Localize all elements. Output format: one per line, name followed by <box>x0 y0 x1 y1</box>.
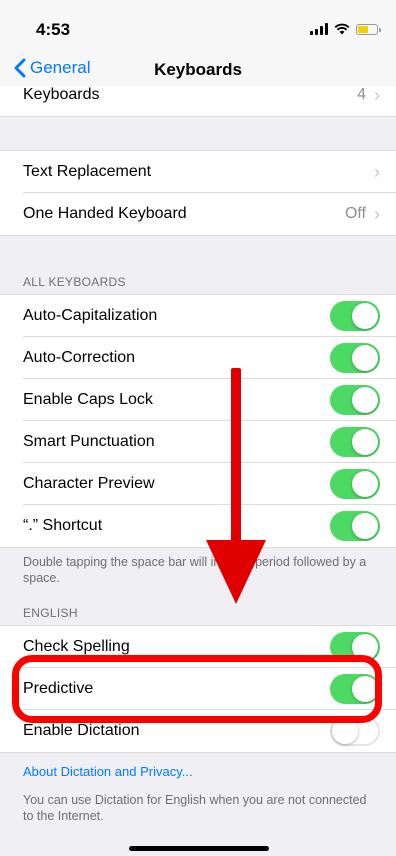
enable-dictation-row: Enable Dictation <box>0 710 396 752</box>
all-keyboards-header: ALL KEYBOARDS <box>23 275 126 289</box>
period-shortcut-label: “.” Shortcut <box>23 517 103 534</box>
navigation-bar: General Keyboards <box>0 56 396 86</box>
dictation-privacy-link[interactable]: About Dictation and Privacy... <box>23 764 193 779</box>
smart-punctuation-toggle[interactable] <box>330 427 380 457</box>
auto-capitalization-toggle[interactable] <box>330 301 380 331</box>
character-preview-label: Character Preview <box>23 475 155 492</box>
keyboards-group: Keyboards 4 › <box>0 86 396 116</box>
english-group: Check Spelling Predictive Enable Dictati… <box>0 626 396 752</box>
divider <box>0 116 396 117</box>
keyboards-label: Keyboards <box>23 86 100 103</box>
enable-caps-lock-row: Enable Caps Lock <box>0 379 396 421</box>
predictive-toggle[interactable] <box>330 674 380 704</box>
auto-correction-toggle[interactable] <box>330 343 380 373</box>
smart-punctuation-label: Smart Punctuation <box>23 433 155 450</box>
check-spelling-label: Check Spelling <box>23 638 130 655</box>
period-shortcut-row: “.” Shortcut <box>0 505 396 547</box>
all-keyboards-group: Auto-Capitalization Auto-Correction Enab… <box>0 295 396 547</box>
period-shortcut-toggle[interactable] <box>330 511 380 541</box>
text-replacement-row[interactable]: Text Replacement › <box>0 151 396 193</box>
one-handed-keyboard-row[interactable]: One Handed Keyboard Off › <box>0 193 396 235</box>
battery-icon <box>356 23 381 35</box>
auto-capitalization-row: Auto-Capitalization <box>0 295 396 337</box>
divider <box>0 752 396 753</box>
dictation-footnote: You can use Dictation for English when y… <box>23 793 367 823</box>
check-spelling-toggle[interactable] <box>330 632 380 662</box>
status-icons <box>310 22 381 36</box>
english-header: ENGLISH <box>23 606 78 620</box>
enable-caps-lock-label: Enable Caps Lock <box>23 391 153 408</box>
auto-correction-label: Auto-Correction <box>23 349 136 366</box>
predictive-label: Predictive <box>23 680 94 697</box>
divider <box>0 547 396 548</box>
one-handed-keyboard-label: One Handed Keyboard <box>23 205 187 222</box>
auto-capitalization-label: Auto-Capitalization <box>23 307 158 324</box>
divider <box>0 235 396 236</box>
keyboards-count: 4 <box>357 86 366 103</box>
predictive-row: Predictive <box>0 668 396 710</box>
character-preview-row: Character Preview <box>0 463 396 505</box>
enable-dictation-label: Enable Dictation <box>23 722 140 739</box>
character-preview-toggle[interactable] <box>330 469 380 499</box>
home-indicator[interactable] <box>129 846 269 851</box>
text-replacement-label: Text Replacement <box>23 163 152 180</box>
back-label: General <box>30 58 91 77</box>
check-spelling-row: Check Spelling <box>0 626 396 668</box>
keyboards-row[interactable]: Keyboards 4 › <box>0 86 396 116</box>
one-handed-keyboard-value: Off <box>344 205 366 222</box>
chevron-right-icon: › <box>374 86 380 105</box>
back-button[interactable]: General <box>14 58 90 78</box>
period-shortcut-footnote: Double tapping the space bar will insert… <box>23 555 367 585</box>
chevron-right-icon: › <box>374 161 380 182</box>
text-options-group: Text Replacement › One Handed Keyboard O… <box>0 151 396 235</box>
status-time: 4:53 <box>36 20 71 39</box>
chevron-right-icon: › <box>374 203 380 224</box>
status-bar: 4:53 <box>0 0 396 56</box>
enable-caps-lock-toggle[interactable] <box>330 385 380 415</box>
enable-dictation-toggle[interactable] <box>330 716 380 746</box>
chevron-left-icon <box>14 58 26 78</box>
wifi-icon <box>334 23 350 35</box>
smart-punctuation-row: Smart Punctuation <box>0 421 396 463</box>
auto-correction-row: Auto-Correction <box>0 337 396 379</box>
signal-icon <box>310 23 328 35</box>
